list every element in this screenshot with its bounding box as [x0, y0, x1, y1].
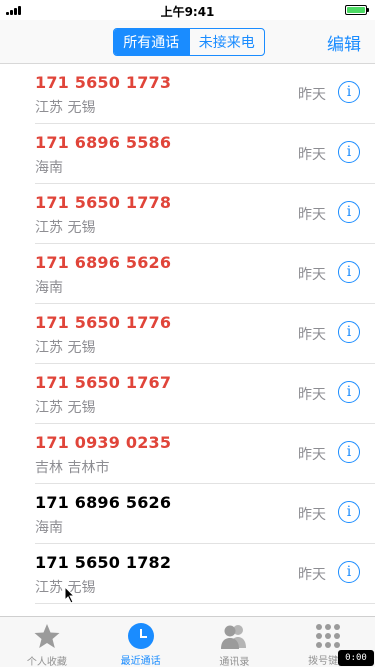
call-row[interactable]: 171 6896 5626 海南 昨天 i	[0, 484, 375, 544]
call-row[interactable]: 171 5650 1773 江苏 无锡 昨天 i	[0, 64, 375, 124]
tab-contacts[interactable]: 通讯录	[188, 617, 282, 668]
tab-favorites[interactable]: 个人收藏	[0, 617, 94, 668]
navigation-bar: 所有通话 未接来电 编辑	[0, 20, 375, 64]
clock-icon	[127, 623, 154, 649]
contacts-icon	[220, 622, 248, 650]
call-location: 吉林 吉林市	[35, 460, 110, 476]
status-time: 上午9:41	[160, 5, 215, 19]
call-time: 昨天	[298, 507, 326, 523]
call-number: 171 0939 0235	[35, 433, 172, 452]
call-time: 昨天	[298, 387, 326, 403]
call-location: 江苏 无锡	[35, 100, 96, 116]
tab-recents[interactable]: 最近通话	[94, 617, 188, 667]
call-row[interactable]: 171 6896 5586 海南 昨天 i	[0, 124, 375, 184]
call-number: 171 5650 1782	[35, 553, 172, 572]
call-row[interactable]: 171 5650 1778 江苏 无锡 昨天 i	[0, 184, 375, 244]
call-time: 昨天	[298, 567, 326, 583]
status-bar: 上午9:41	[0, 0, 375, 20]
call-time: 昨天	[298, 87, 326, 103]
call-time: 昨天	[298, 207, 326, 223]
info-icon[interactable]: i	[338, 81, 360, 103]
call-location: 海南	[35, 520, 63, 536]
edit-button[interactable]: 编辑	[327, 30, 361, 55]
tab-label: 通讯录	[219, 657, 250, 668]
call-number: 171 6896 5586	[35, 133, 172, 152]
info-icon[interactable]: i	[338, 561, 360, 583]
call-location: 海南	[35, 160, 63, 176]
info-icon[interactable]: i	[338, 201, 360, 223]
call-location: 江苏 无锡	[35, 400, 96, 416]
info-icon[interactable]: i	[338, 501, 360, 523]
tab-bar: 个人收藏 最近通话 通讯录 拨号键盘	[0, 616, 375, 668]
info-icon[interactable]: i	[338, 441, 360, 463]
call-number: 171 6896 5626	[35, 253, 172, 272]
call-location: 海南	[35, 280, 63, 296]
recent-calls-list: 171 5650 1773 江苏 无锡 昨天 i 171 6896 5586 海…	[0, 64, 375, 616]
call-time: 昨天	[298, 327, 326, 343]
star-icon	[33, 622, 61, 650]
info-icon[interactable]: i	[338, 321, 360, 343]
call-time: 昨天	[298, 447, 326, 463]
call-number: 171 5650 1767	[35, 373, 172, 392]
call-location: 江苏 无锡	[35, 340, 96, 356]
info-icon[interactable]: i	[338, 261, 360, 283]
call-number: 171 5650 1778	[35, 193, 172, 212]
segment-missed-calls[interactable]: 未接来电	[188, 29, 265, 55]
info-icon[interactable]: i	[338, 141, 360, 163]
keypad-icon	[314, 622, 342, 649]
mouse-cursor-icon	[64, 586, 76, 604]
info-icon[interactable]: i	[338, 381, 360, 403]
segment-all-calls[interactable]: 所有通话	[114, 29, 189, 55]
call-row[interactable]: 171 5650 1776 江苏 无锡 昨天 i	[0, 304, 375, 364]
tab-label: 最近通话	[120, 656, 161, 667]
call-time: 昨天	[298, 147, 326, 163]
call-row[interactable]: 171 6896 5626 海南 昨天 i	[0, 244, 375, 304]
call-time: 昨天	[298, 267, 326, 283]
video-timer-badge: 0:00	[338, 650, 374, 666]
call-number: 171 6896 5626	[35, 493, 172, 512]
tab-label: 个人收藏	[26, 657, 67, 668]
call-location: 江苏 无锡	[35, 220, 96, 236]
battery-icon	[345, 5, 369, 15]
call-row[interactable]: 171 5650 1767 江苏 无锡 昨天 i	[0, 364, 375, 424]
call-row[interactable]: 171 0939 0235 吉林 吉林市 昨天 i	[0, 424, 375, 484]
call-row[interactable]: 171 5650 1782 江苏 无锡 昨天 i	[0, 544, 375, 604]
call-number: 171 5650 1776	[35, 313, 172, 332]
call-number: 171 5650 1773	[35, 73, 172, 92]
row-divider	[35, 603, 375, 604]
call-filter-segmented-control: 所有通话 未接来电	[113, 28, 265, 56]
